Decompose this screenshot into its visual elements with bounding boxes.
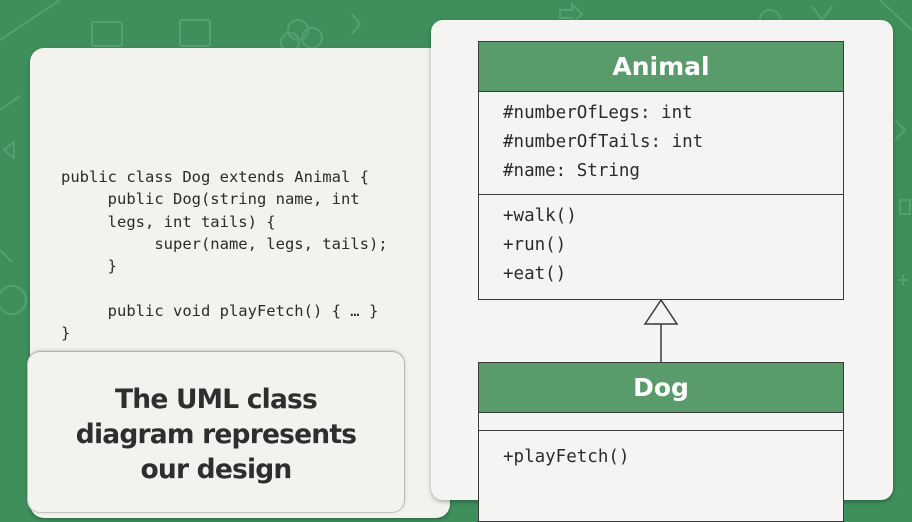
operation: +eat() [503, 264, 567, 284]
caption-line: diagram represents [75, 419, 357, 450]
caption-panel: The UML class diagram represents our des… [28, 352, 404, 512]
attribute: #numberOfLegs: int [503, 103, 693, 123]
operations-section: +playFetch() [479, 431, 843, 472]
operations-section: +walk() +run() +eat() [479, 195, 843, 289]
operation: +run() [503, 235, 567, 255]
operation: +playFetch() [503, 447, 630, 467]
generalization-arrowhead [643, 298, 679, 325]
caption-line: our design [140, 454, 292, 485]
caption-line: The UML class [115, 384, 318, 415]
attributes-section [479, 413, 843, 431]
dog-class-box: Dog +playFetch() [478, 362, 844, 522]
class-name: Animal [479, 42, 843, 92]
inheritance-arrow [643, 298, 679, 364]
caption-text: The UML class diagram represents our des… [28, 382, 404, 487]
attribute: #name: String [503, 161, 640, 181]
operation: +walk() [503, 206, 577, 226]
animal-class-box: Animal #numberOfLegs: int #numberOfTails… [478, 41, 844, 300]
attribute: #numberOfTails: int [503, 132, 704, 152]
uml-diagram-panel: Animal #numberOfLegs: int #numberOfTails… [431, 20, 893, 522]
dog-class-code: public class Dog extends Animal { public… [61, 168, 388, 343]
class-name: Dog [479, 363, 843, 413]
attributes-section: #numberOfLegs: int #numberOfTails: int #… [479, 92, 843, 195]
